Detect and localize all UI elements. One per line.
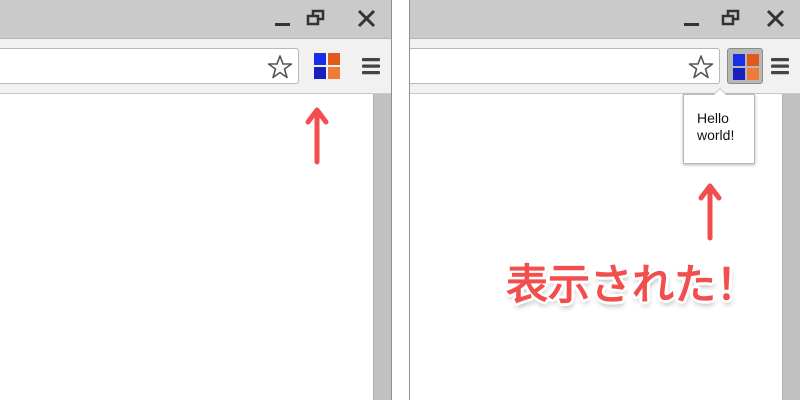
title-bar xyxy=(0,0,391,38)
annotation-text: 表示された！ xyxy=(506,260,759,309)
extension-logo-icon xyxy=(314,53,340,79)
close-button[interactable] xyxy=(353,5,381,33)
address-bar[interactable] xyxy=(410,48,720,84)
panel-separator xyxy=(391,0,410,400)
hamburger-menu-icon xyxy=(771,58,789,75)
vertical-scrollbar[interactable] xyxy=(373,94,391,400)
restore-icon xyxy=(306,9,325,26)
minimize-button[interactable] xyxy=(269,5,297,33)
vertical-scrollbar[interactable] xyxy=(782,94,800,400)
toolbar xyxy=(410,38,800,94)
minimize-icon xyxy=(275,23,290,26)
toolbar xyxy=(0,38,391,94)
minimize-icon xyxy=(684,23,699,26)
star-icon xyxy=(267,55,293,79)
close-icon xyxy=(357,9,376,28)
close-icon xyxy=(766,9,785,28)
bookmark-star-button[interactable] xyxy=(266,53,294,81)
extension-button[interactable] xyxy=(309,48,345,84)
extension-logo-icon xyxy=(733,54,759,80)
browser-window-after: Hello world! 表示された！ xyxy=(410,0,800,400)
restore-button[interactable] xyxy=(302,5,330,33)
menu-button[interactable] xyxy=(359,54,383,78)
address-bar[interactable] xyxy=(0,48,299,84)
title-bar xyxy=(410,0,800,38)
page-content xyxy=(0,94,391,400)
restore-icon xyxy=(721,9,740,26)
up-arrow-icon xyxy=(696,181,724,243)
star-icon xyxy=(688,55,714,79)
hamburger-menu-icon xyxy=(362,58,380,75)
menu-button[interactable] xyxy=(768,54,792,78)
extension-button-active[interactable] xyxy=(727,48,763,84)
popup-text: Hello world! xyxy=(697,110,735,143)
extension-popup: Hello world! xyxy=(683,88,755,164)
browser-window-before xyxy=(0,0,391,400)
bookmark-star-button[interactable] xyxy=(687,53,715,81)
restore-button[interactable] xyxy=(717,5,745,33)
minimize-button[interactable] xyxy=(678,5,706,33)
close-button[interactable] xyxy=(762,5,790,33)
up-arrow-icon xyxy=(303,105,331,167)
